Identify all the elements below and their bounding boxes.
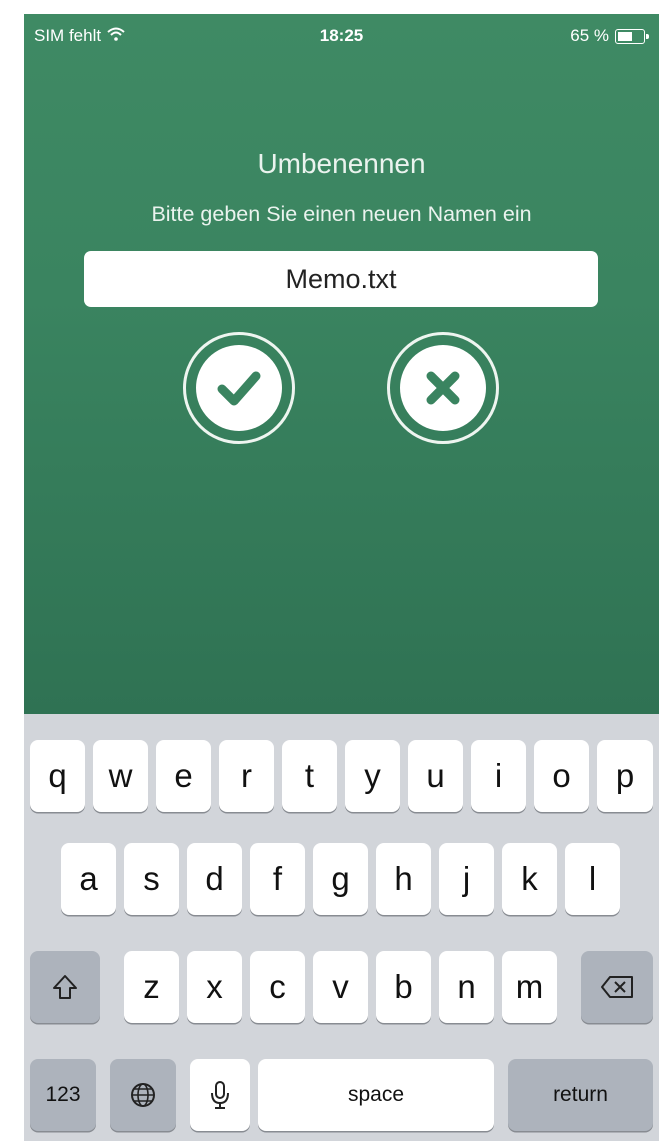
key-x[interactable]: x <box>187 951 242 1023</box>
status-bar: SIM fehlt 18:25 65 % <box>24 14 659 56</box>
status-bar-right: 65 % <box>570 26 649 46</box>
shift-key[interactable] <box>30 951 100 1023</box>
close-icon <box>400 345 486 431</box>
phone-screen: SIM fehlt 18:25 65 % Umbenennen Bitte ge… <box>24 14 659 1141</box>
key-d[interactable]: d <box>187 843 242 915</box>
space-key[interactable]: space <box>258 1059 494 1131</box>
clock: 18:25 <box>319 26 364 45</box>
return-key[interactable]: return <box>508 1059 653 1131</box>
key-q[interactable]: q <box>30 740 85 812</box>
key-n[interactable]: n <box>439 951 494 1023</box>
key-a[interactable]: a <box>61 843 116 915</box>
battery-percent: 65 % <box>570 26 609 45</box>
backspace-icon <box>601 976 633 998</box>
key-l[interactable]: l <box>565 843 620 915</box>
microphone-key[interactable] <box>190 1059 250 1131</box>
checkmark-icon <box>196 345 282 431</box>
cancel-button[interactable] <box>387 332 499 444</box>
battery-fill <box>618 31 632 41</box>
globe-icon <box>131 1083 155 1107</box>
key-j[interactable]: j <box>439 843 494 915</box>
key-i[interactable]: i <box>471 740 526 812</box>
key-w[interactable]: w <box>93 740 148 812</box>
key-y[interactable]: y <box>345 740 400 812</box>
key-p[interactable]: p <box>597 740 653 812</box>
key-c[interactable]: c <box>250 951 305 1023</box>
key-f[interactable]: f <box>250 843 305 915</box>
key-b[interactable]: b <box>376 951 431 1023</box>
confirm-button[interactable] <box>183 332 295 444</box>
key-t[interactable]: t <box>282 740 337 812</box>
key-o[interactable]: o <box>534 740 589 812</box>
key-z[interactable]: z <box>124 951 179 1023</box>
keyboard: q w e r t y u i o p a s d f g h j k l z … <box>24 714 659 1141</box>
key-e[interactable]: e <box>156 740 211 812</box>
shift-icon <box>53 975 77 999</box>
key-h[interactable]: h <box>376 843 431 915</box>
dialog-subtitle: Bitte geben Sie einen neuen Namen ein <box>151 202 532 226</box>
key-s[interactable]: s <box>124 843 179 915</box>
key-k[interactable]: k <box>502 843 557 915</box>
dialog-title: Umbenennen <box>257 148 426 179</box>
key-r[interactable]: r <box>219 740 274 812</box>
globe-key[interactable] <box>110 1059 176 1131</box>
rename-dialog: SIM fehlt 18:25 65 % Umbenennen Bitte ge… <box>24 14 659 714</box>
key-u[interactable]: u <box>408 740 463 812</box>
delete-key[interactable] <box>581 951 653 1023</box>
numbers-key[interactable]: 123 <box>30 1059 96 1131</box>
key-g[interactable]: g <box>313 843 368 915</box>
key-m[interactable]: m <box>502 951 557 1023</box>
microphone-icon <box>211 1081 229 1109</box>
key-v[interactable]: v <box>313 951 368 1023</box>
filename-input[interactable] <box>84 251 598 307</box>
battery-icon <box>615 28 649 44</box>
